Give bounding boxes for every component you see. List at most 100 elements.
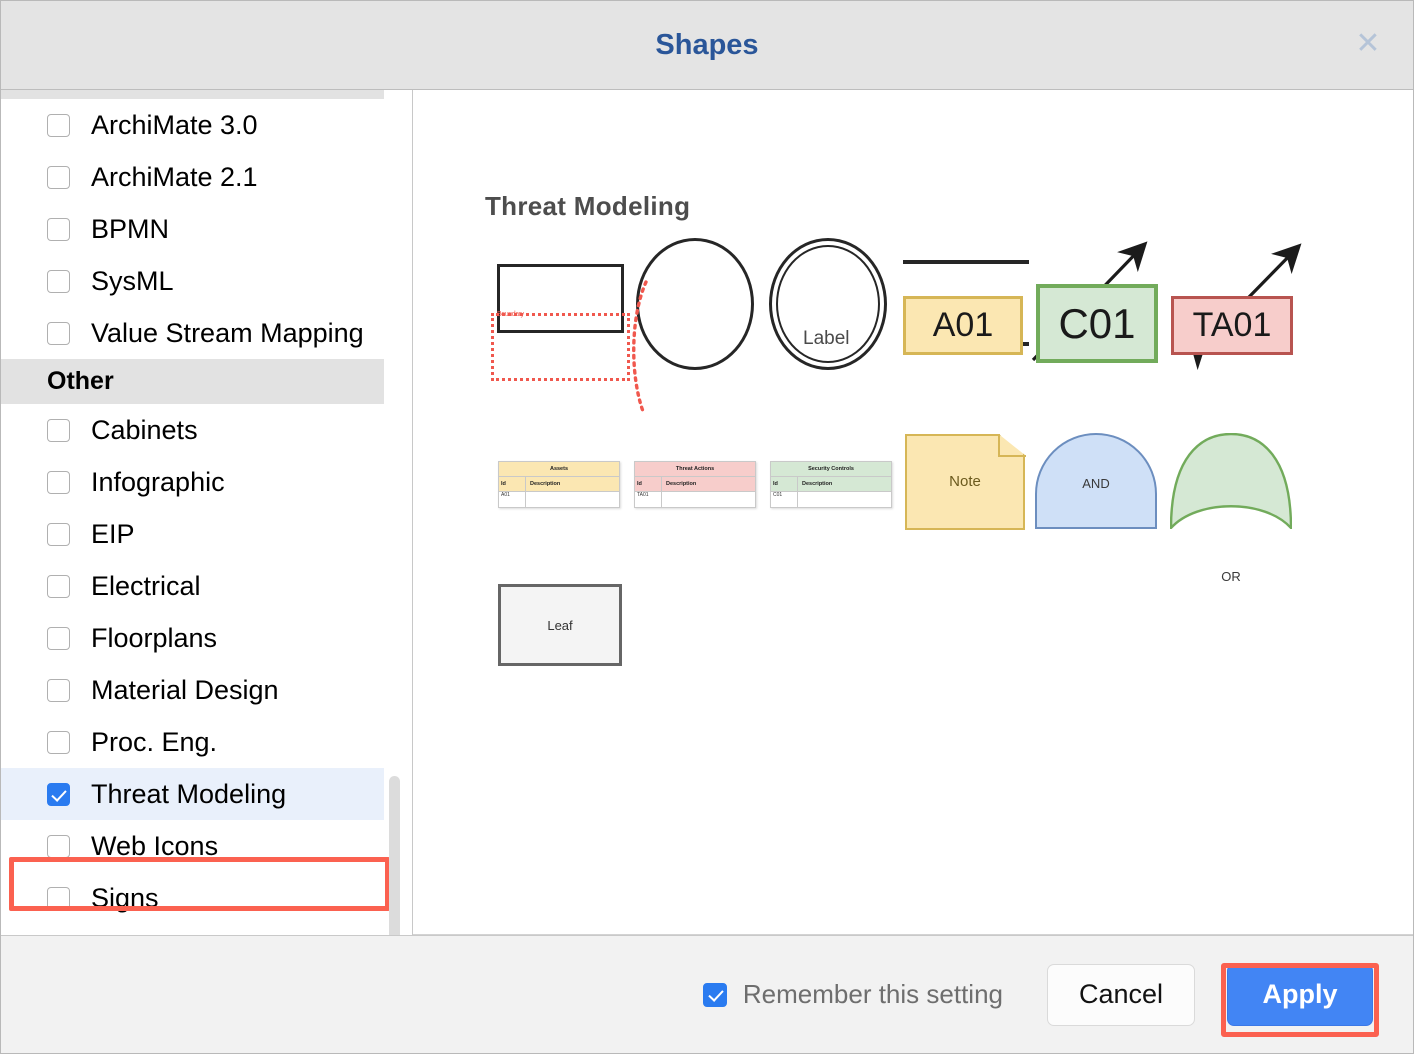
sidebar-item-value-stream-mapping[interactable]: Value Stream Mapping <box>1 307 384 359</box>
sidebar-item-electrical[interactable]: Electrical <box>1 560 384 612</box>
sidebar-item-label: Floorplans <box>91 623 217 653</box>
table-header-row: Id Description <box>635 477 755 492</box>
table-col-id: Id <box>499 477 526 491</box>
sidebar-item-label: BPMN <box>91 214 169 244</box>
sidebar-item-web-icons[interactable]: Web Icons <box>1 820 384 872</box>
sidebar-item-archimate-30[interactable]: ArchiMate 3.0 <box>1 99 384 151</box>
table-col-id: Id <box>771 477 798 491</box>
table-col-id: Id <box>635 477 662 491</box>
or-gate-label: OR <box>1170 569 1292 584</box>
dialog-footer: Remember this setting Cancel Apply <box>1 935 1413 1053</box>
table-col-description: Description <box>526 477 619 491</box>
page-title: Shapes <box>655 29 758 62</box>
checkbox-web-icons[interactable] <box>47 835 70 858</box>
or-gate-shape[interactable] <box>1170 433 1292 529</box>
sidebar-item-floorplans[interactable]: Floorplans <box>1 612 384 664</box>
table-title: Security Controls <box>771 462 891 477</box>
leaf-shape[interactable]: Leaf <box>498 584 622 666</box>
shape-library-list[interactable]: ArchiMate 3.0 ArchiMate 2.1 BPMN SysML V… <box>1 90 413 935</box>
table-col-description: Description <box>798 477 891 491</box>
sidebar-item-bpmn[interactable]: BPMN <box>1 203 384 255</box>
preview-title: Threat Modeling <box>485 191 690 222</box>
trust-boundary-label: Boundary <box>497 311 524 318</box>
table-row: C01 <box>771 492 891 507</box>
table-row: TA01 <box>635 492 755 507</box>
sidebar-item-label: ArchiMate 3.0 <box>91 110 258 140</box>
table-col-description: Description <box>662 477 755 491</box>
checkbox-signs[interactable] <box>47 887 70 910</box>
cancel-button[interactable]: Cancel <box>1047 964 1195 1026</box>
checkbox-sysml[interactable] <box>47 270 70 293</box>
table-cell-description <box>798 492 891 507</box>
sidebar-item-archimate-21[interactable]: ArchiMate 2.1 <box>1 151 384 203</box>
checkbox-infographic[interactable] <box>47 471 70 494</box>
asset-tag-shape[interactable]: A01 <box>903 296 1023 355</box>
checkbox-bpmn[interactable] <box>47 218 70 241</box>
table-cell-id: C01 <box>771 492 798 507</box>
and-gate-shape[interactable]: AND <box>1035 433 1157 529</box>
and-gate-label: AND <box>1082 476 1109 491</box>
shape-preview-panel: Threat Modeling <box>413 90 1413 935</box>
sidebar-item-label: Value Stream Mapping <box>91 318 364 348</box>
checkbox-proc-eng[interactable] <box>47 731 70 754</box>
threat-action-tag-shape[interactable]: TA01 <box>1171 296 1293 355</box>
sidebar-item-proc-eng[interactable]: Proc. Eng. <box>1 716 384 768</box>
table-cell-id: A01 <box>499 492 526 507</box>
note-fold-corner-icon <box>998 434 1026 457</box>
security-controls-table-shape[interactable]: Security Controls Id Description C01 <box>770 461 892 508</box>
assets-table-shape[interactable]: Assets Id Description A01 <box>498 461 620 508</box>
checkbox-threat-modeling[interactable] <box>47 783 70 806</box>
table-title: Assets <box>499 462 619 477</box>
table-cell-description <box>662 492 755 507</box>
threat-actions-table-shape[interactable]: Threat Actions Id Description TA01 <box>634 461 756 508</box>
close-icon[interactable]: ✕ <box>1351 28 1385 62</box>
table-row: A01 <box>499 492 619 507</box>
leaf-label: Leaf <box>547 618 572 633</box>
section-header-other: Other <box>1 359 384 404</box>
sidebar-item-label: EIP <box>91 519 135 549</box>
sidebar-item-material-design[interactable]: Material Design <box>1 664 384 716</box>
sidebar-item-threat-modeling[interactable]: Threat Modeling <box>1 768 384 820</box>
dashed-boundary-curve-shape[interactable] <box>618 278 678 418</box>
checkbox-archimate-30[interactable] <box>47 114 70 137</box>
table-cell-description <box>526 492 619 507</box>
label-text-shape[interactable]: Label <box>803 328 850 350</box>
note-label: Note <box>905 473 1025 490</box>
checkbox-material-design[interactable] <box>47 679 70 702</box>
checkbox-floorplans[interactable] <box>47 627 70 650</box>
sidebar-item-label: Cabinets <box>91 415 198 445</box>
sidebar-item-infographic[interactable]: Infographic <box>1 456 384 508</box>
sidebar-item-cabinets[interactable]: Cabinets <box>1 404 384 456</box>
shapes-dialog: Shapes ✕ ArchiMate 3.0 ArchiMate 2.1 BPM… <box>0 0 1414 1054</box>
dialog-header: Shapes ✕ <box>1 1 1413 90</box>
sidebar-item-label: Electrical <box>91 571 201 601</box>
control-tag-shape[interactable]: C01 <box>1036 284 1158 363</box>
sidebar-item-label: ArchiMate 2.1 <box>91 162 258 192</box>
checkbox-archimate-21[interactable] <box>47 166 70 189</box>
checkbox-remember-setting[interactable] <box>703 983 727 1007</box>
sidebar-item-label: Threat Modeling <box>91 779 286 809</box>
data-store-line-top-icon[interactable] <box>903 260 1029 264</box>
sidebar-item-label: Signs <box>91 883 159 913</box>
trust-boundary-shape[interactable] <box>491 313 630 381</box>
table-header-row: Id Description <box>771 477 891 492</box>
remember-setting-toggle[interactable]: Remember this setting <box>703 979 1003 1010</box>
sidebar-item-sysml[interactable]: SysML <box>1 255 384 307</box>
sidebar-item-eip[interactable]: EIP <box>1 508 384 560</box>
sidebar-item-label: SysML <box>91 266 174 296</box>
checkbox-electrical[interactable] <box>47 575 70 598</box>
sidebar-scrollbar-thumb[interactable] <box>389 776 400 935</box>
shape-library-scroll-content: ArchiMate 3.0 ArchiMate 2.1 BPMN SysML V… <box>1 90 412 935</box>
sidebar-item-label: Infographic <box>91 467 225 497</box>
sidebar-item-signs[interactable]: Signs <box>1 872 384 924</box>
checkbox-cabinets[interactable] <box>47 419 70 442</box>
dialog-body: ArchiMate 3.0 ArchiMate 2.1 BPMN SysML V… <box>1 90 1413 935</box>
apply-button[interactable]: Apply <box>1227 964 1373 1026</box>
table-header-row: Id Description <box>499 477 619 492</box>
checkbox-value-stream-mapping[interactable] <box>47 322 70 345</box>
table-title: Threat Actions <box>635 462 755 477</box>
sidebar-item-label: Proc. Eng. <box>91 727 217 757</box>
checkbox-eip[interactable] <box>47 523 70 546</box>
sidebar-item-label: Material Design <box>91 675 279 705</box>
sidebar-item-label: Web Icons <box>91 831 218 861</box>
